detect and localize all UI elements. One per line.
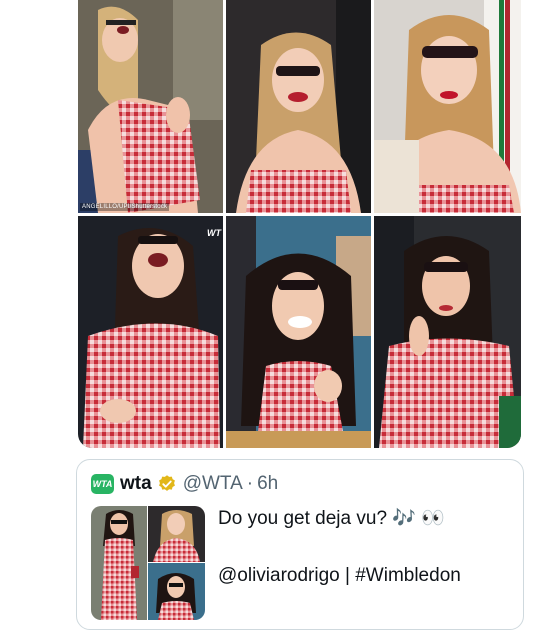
thumb-olivia-full — [91, 506, 147, 620]
thumb-olivia-smiling — [148, 563, 205, 620]
photo-taylor-laughing[interactable]: ANGELILLO/UPI/Shutterstock — [78, 0, 223, 213]
thumb-taylor — [148, 506, 205, 562]
corner-mark: WT — [207, 228, 221, 238]
photo-taylor-smiling[interactable] — [226, 0, 371, 213]
wta-logo-icon[interactable]: WTA — [91, 474, 114, 494]
handle[interactable]: @WTA — [183, 473, 243, 495]
separator: · — [246, 473, 254, 494]
photo-olivia-laughing[interactable]: WT — [78, 216, 223, 448]
post-text: Do you get deja vu? 🎶 👀 — [218, 508, 445, 529]
photo-taylor-red-lips[interactable] — [374, 0, 521, 213]
timestamp[interactable]: 6h — [257, 473, 278, 495]
verified-badge-icon — [158, 475, 175, 491]
post-thumbnail[interactable] — [91, 506, 205, 620]
quoted-post[interactable]: WTA wta @WTA · 6h Do you get deja vu? 🎶 … — [76, 459, 524, 630]
photo-grid: ANGELILLO/UPI/Shutterstock WT — [78, 0, 521, 448]
post-header: WTA wta @WTA · 6h — [91, 472, 278, 496]
photo-credit: ANGELILLO/UPI/Shutterstock — [80, 203, 170, 211]
photo-olivia-clapping[interactable] — [374, 216, 521, 448]
post-mentions[interactable]: @oliviarodrigo | #Wimbledon — [218, 564, 461, 588]
display-name[interactable]: wta — [120, 473, 152, 495]
photo-olivia-smiling[interactable] — [226, 216, 371, 448]
